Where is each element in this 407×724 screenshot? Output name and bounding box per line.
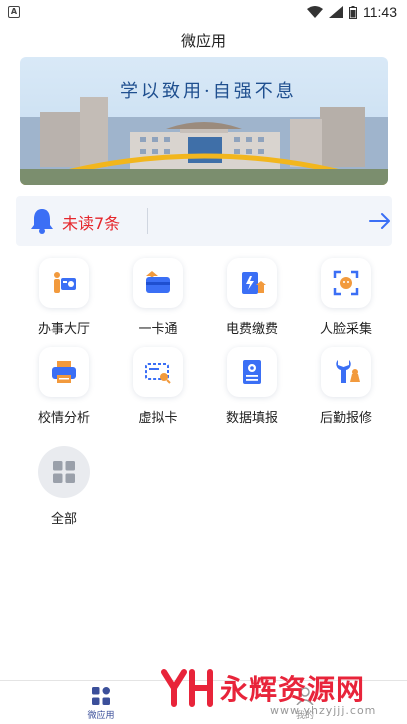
tab-micro-apps[interactable]: 微应用 bbox=[61, 687, 141, 721]
battery-icon bbox=[349, 5, 357, 19]
notice-divider bbox=[147, 208, 148, 234]
app-label: 办事大厅 bbox=[37, 322, 90, 337]
app-label: 电费缴费 bbox=[225, 322, 278, 337]
app-virtual-card[interactable]: 虚拟卡 bbox=[111, 347, 205, 435]
app-label: 人脸采集 bbox=[319, 322, 372, 337]
unread-count-text: 未读7条 bbox=[62, 214, 121, 233]
app-campus-card[interactable]: 一卡通 bbox=[111, 258, 205, 346]
yh-logo-icon bbox=[161, 669, 213, 707]
app-label: 一卡通 bbox=[138, 322, 178, 337]
page-title: 微应用 bbox=[180, 31, 226, 50]
campus-banner[interactable]: 学以致用·自强不息 bbox=[20, 57, 388, 185]
service-hall-icon bbox=[39, 258, 89, 308]
all-apps-icon bbox=[38, 446, 90, 498]
app-electricity-bill[interactable]: 电费缴费 bbox=[205, 258, 299, 346]
notification-app-icon: A bbox=[8, 6, 20, 18]
app-label: 数据填报 bbox=[225, 411, 278, 426]
clock: 11:43 bbox=[363, 4, 397, 20]
watermark-url: www.yhzyjjj.com bbox=[270, 704, 377, 717]
app-data-report[interactable]: 数据填报 bbox=[205, 347, 299, 435]
app-label: 全部 bbox=[50, 512, 77, 527]
app-face-capture[interactable]: 人脸采集 bbox=[299, 258, 393, 346]
app-label: 后勤报修 bbox=[319, 411, 372, 426]
electricity-bill-icon bbox=[227, 258, 277, 308]
wifi-icon bbox=[307, 6, 323, 18]
app-all[interactable]: 全部 bbox=[17, 446, 111, 534]
app-school-analysis[interactable]: 校情分析 bbox=[17, 347, 111, 435]
micro-apps-tab-icon bbox=[92, 687, 110, 705]
watermark-text: 永辉资源网 bbox=[220, 673, 366, 706]
data-report-icon bbox=[227, 347, 277, 397]
app-logistics-repair[interactable]: 后勤报修 bbox=[299, 347, 393, 435]
tab-label: 微应用 bbox=[87, 711, 115, 721]
bell-icon bbox=[31, 209, 53, 234]
arrow-right-icon[interactable] bbox=[368, 210, 392, 232]
face-capture-icon bbox=[321, 258, 371, 308]
virtual-card-icon bbox=[133, 347, 183, 397]
signal-icon bbox=[329, 6, 343, 18]
unread-notice-bar[interactable]: 未读7条 bbox=[16, 196, 392, 246]
app-label: 校情分析 bbox=[37, 411, 90, 426]
app-service-hall[interactable]: 办事大厅 bbox=[17, 258, 111, 346]
campus-card-icon bbox=[133, 258, 183, 308]
watermark: 永辉资源网 www.yhzyjjj.com bbox=[160, 666, 400, 717]
status-bar: A 11:43 bbox=[0, 0, 407, 24]
repair-wrench-icon bbox=[321, 347, 371, 397]
printer-analysis-icon bbox=[39, 347, 89, 397]
app-label: 虚拟卡 bbox=[138, 411, 178, 426]
banner-slogan: 学以致用·自强不息 bbox=[120, 81, 297, 102]
